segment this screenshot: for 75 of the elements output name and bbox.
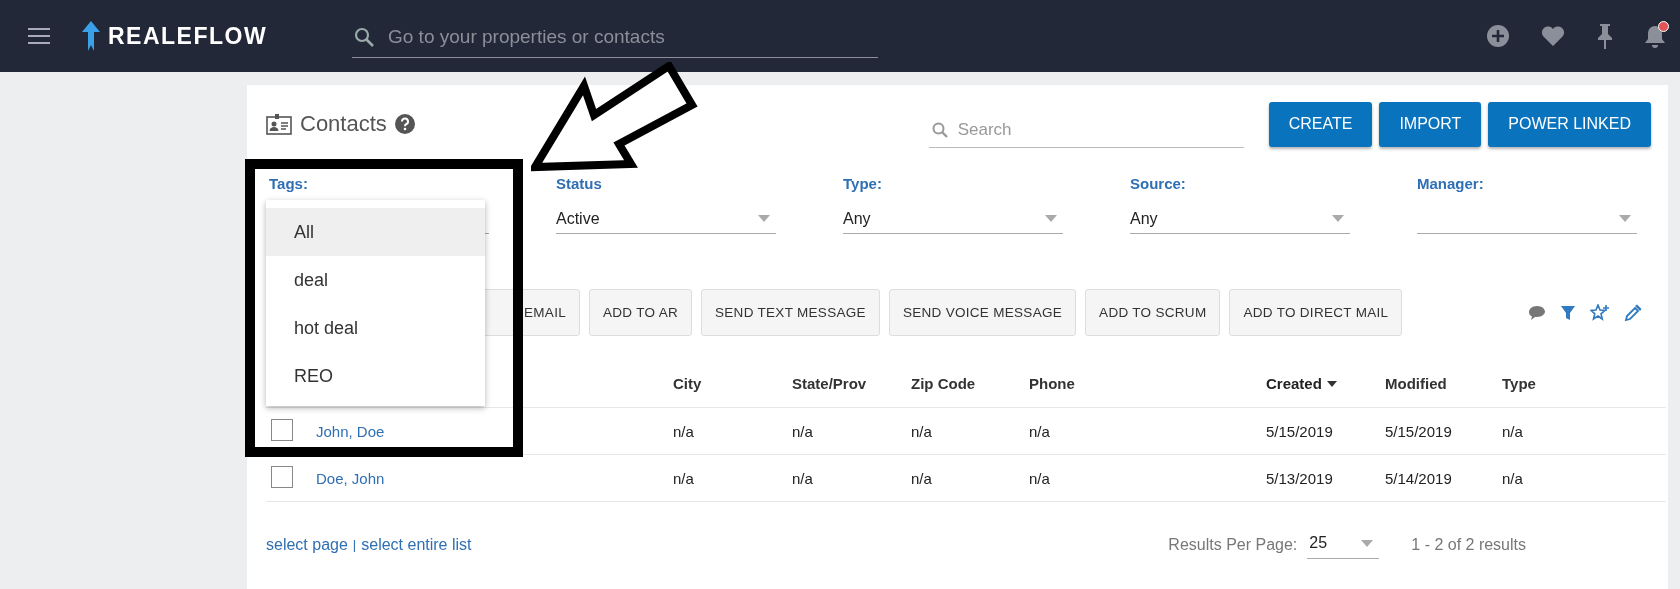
dropdown-option[interactable]: deal [266,256,485,304]
table-cell: 5/13/2019 [1266,469,1333,487]
action-button[interactable]: ADD TO DIRECT MAIL [1229,289,1403,336]
primary-button[interactable]: IMPORT [1379,101,1482,147]
per-page-label: Results Per Page: [1168,535,1298,554]
dropdown-field[interactable]: Active [556,204,776,234]
notification-dot [1658,21,1669,32]
table-cell: n/a [1029,422,1050,440]
dropdown-caret-icon [758,215,770,222]
checkbox[interactable] [271,418,293,441]
table-cell: n/a [792,422,813,440]
column-header[interactable]: Created [1266,375,1337,392]
results-count: 1 - 2 of 2 results [1411,535,1526,554]
heart-icon[interactable] [1540,25,1566,47]
comment-icon[interactable] [1528,304,1546,321]
action-button[interactable]: ADD TO AR [589,289,692,336]
action-button[interactable]: SEND VOICE MESSAGE [888,289,1077,336]
table-cell: n/a [792,469,813,487]
action-button[interactable]: ADD TO SCRUM [1085,289,1221,336]
dropdown-caret-icon [1361,539,1374,547]
dropdown-caret-icon [1045,215,1057,222]
table-cell: n/a [1502,422,1523,440]
dropdown-caret-icon [1619,215,1631,222]
filter-label: Manager: [1417,175,1485,192]
table-cell: n/a [1029,469,1050,487]
table-cell: n/a [673,422,694,440]
column-header[interactable]: Zip Code [911,375,976,392]
eyedropper-icon[interactable] [1624,303,1642,322]
dropdown-option[interactable]: All [266,208,485,256]
search-icon [354,26,374,47]
filter-label: Status [556,175,603,192]
table-cell: n/a [911,422,932,440]
filter-icon[interactable] [1560,304,1576,321]
pin-icon[interactable] [1596,23,1614,49]
column-header[interactable]: Modified [1385,375,1447,392]
dropdown-field[interactable]: Any [843,204,1063,234]
page-title: Contacts [300,111,387,137]
column-header[interactable]: State/Prov [792,375,867,392]
contact-name-link[interactable]: John, Doe [316,422,385,440]
dropdown-option[interactable]: REO [266,352,485,400]
table-cell: n/a [673,469,694,487]
filter-label: Source: [1130,175,1187,192]
star-plus-icon[interactable] [1590,303,1610,322]
separator: | [352,537,357,552]
logo-text: REALEFLOW [108,22,268,50]
table-cell: 5/14/2019 [1385,469,1452,487]
filter-label: Type: [843,175,883,192]
logo-icon [80,21,102,51]
contact-card-icon [266,113,292,135]
contact-name-link[interactable]: Doe, John [316,469,385,487]
table-cell: 5/15/2019 [1266,422,1333,440]
filter-label: Tags: [269,175,309,192]
bell-icon[interactable] [1644,24,1666,48]
dropdown-option[interactable]: hot deal [266,304,485,352]
search-field[interactable]: Go to your properties or contacts [386,24,878,49]
action-button[interactable]: SEND TEXT MESSAGE [701,289,880,336]
dropdown-field[interactable]: Any [1130,204,1350,234]
primary-button[interactable]: POWER LINKED [1488,101,1651,147]
dropdown-caret-icon [1332,215,1344,222]
primary-button[interactable]: CREATE [1268,101,1373,147]
help-icon[interactable] [394,114,415,134]
per-page-dropdown[interactable]: 25 [1307,530,1380,559]
table-cell: n/a [911,469,932,487]
column-header[interactable]: Phone [1029,375,1075,392]
sort-caret-icon [1326,380,1337,387]
column-header[interactable]: City [673,375,702,392]
menu-icon[interactable] [28,28,50,44]
table-cell: n/a [1502,469,1523,487]
search-icon [931,121,948,138]
add-icon[interactable] [1486,24,1510,48]
table-cell: 5/15/2019 [1385,422,1452,440]
select-page-link[interactable]: select page [266,535,348,554]
column-header[interactable]: Type [1502,375,1536,392]
select-list-link[interactable]: select entire list [361,535,472,554]
checkbox[interactable] [271,465,293,488]
